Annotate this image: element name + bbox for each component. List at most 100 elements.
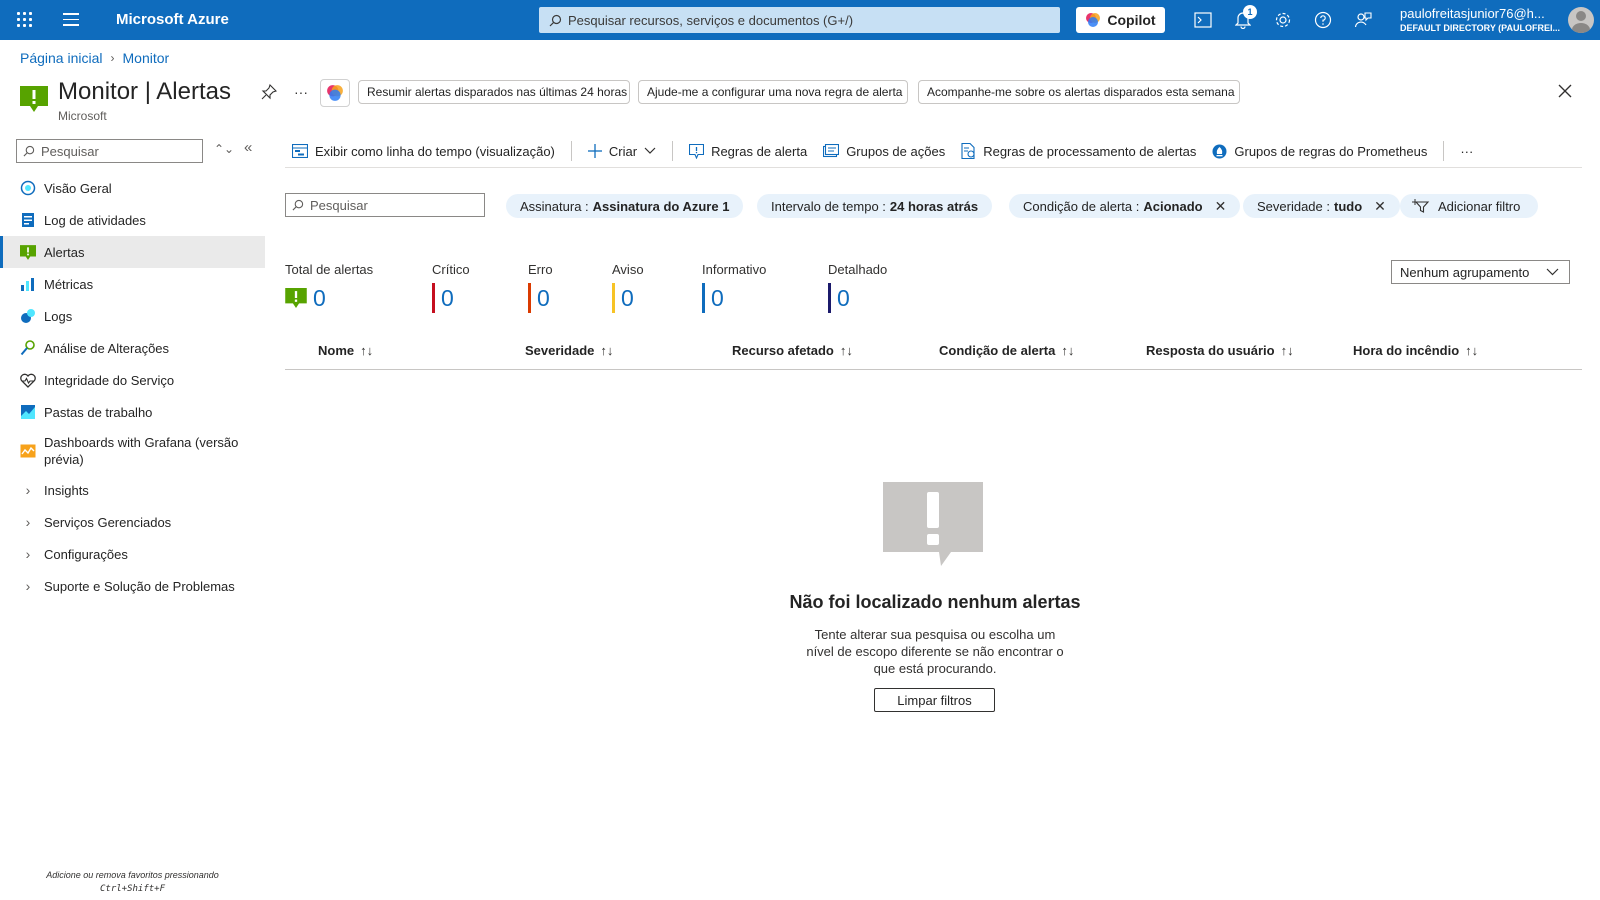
summary-informational[interactable]: Informativo 0 (702, 262, 766, 313)
sidebar-search-input[interactable]: Pesquisar (16, 139, 203, 163)
prometheus-groups-button[interactable]: Grupos de regras do Prometheus (1212, 144, 1427, 159)
page-title: Monitor | Alertas (58, 78, 231, 105)
empty-alert-icon (883, 482, 983, 569)
copilot-prompt-button[interactable] (320, 79, 350, 107)
page-subtitle: Microsoft (58, 109, 107, 123)
account-menu[interactable]: paulofreitasjunior76@h... DEFAULT DIRECT… (1400, 6, 1560, 33)
alert-rules-button[interactable]: Regras de alerta (689, 143, 807, 159)
sidebar-item-workbooks[interactable]: Pastas de trabalho (0, 396, 265, 428)
chevron-right-icon: › (25, 482, 31, 498)
notifications-icon[interactable]: 1 (1233, 5, 1257, 30)
summary-verbose[interactable]: Detalhado 0 (828, 262, 887, 313)
filter-pill-time-range[interactable]: Intervalo de tempo : 24 horas atrás (757, 194, 993, 218)
create-button[interactable]: Criar (587, 144, 656, 159)
suggestion-follow-up[interactable]: Acompanhe-me sobre os alertas disparados… (918, 80, 1240, 104)
summary-value: 0 (537, 284, 550, 311)
filter-pill-alert-condition[interactable]: Condição de alerta : Acionado ✕ (1009, 194, 1241, 218)
summary-label: Aviso (612, 262, 644, 277)
add-filter-button[interactable]: Adicionar filtro (1400, 194, 1539, 218)
expand-collapse-icon[interactable]: ⌃⌄ (214, 142, 234, 156)
column-header-name[interactable]: Nome ↑↓ (318, 343, 373, 358)
sidebar-item-metrics[interactable]: Métricas (0, 268, 265, 300)
sidebar-item-overview[interactable]: Visão Geral (0, 172, 265, 204)
sort-icon: ↑↓ (1465, 343, 1479, 358)
feedback-icon[interactable] (1353, 10, 1373, 30)
sidebar-nav: Visão Geral Log de atividades Alertas Mé… (0, 172, 265, 602)
summary-critical[interactable]: Crítico 0 (432, 262, 470, 313)
severity-bar (702, 283, 705, 313)
sidebar-group-managed-services[interactable]: › Serviços Gerenciados (0, 506, 265, 538)
sidebar-item-label: Log de atividades (44, 212, 146, 228)
sidebar-item-label: Métricas (44, 276, 94, 292)
clear-filters-button[interactable]: Limpar filtros (874, 688, 995, 712)
toolbar-divider (570, 141, 572, 161)
more-options-icon[interactable]: ··· (294, 84, 308, 100)
column-header-user-response[interactable]: Resposta do usuário ↑↓ (1146, 343, 1294, 358)
sort-icon: ↑↓ (839, 343, 853, 358)
sidebar-group-support[interactable]: › Suporte e Solução de Problemas (0, 570, 265, 602)
sidebar-search-placeholder: Pesquisar (41, 143, 99, 159)
help-icon[interactable] (1313, 10, 1333, 30)
summary-warning[interactable]: Aviso 0 (612, 262, 644, 313)
alert-rule-icon (689, 143, 705, 159)
filter-key: Intervalo de tempo : (771, 198, 886, 214)
toolbar-divider (672, 141, 674, 161)
alert-icon (20, 244, 36, 260)
sidebar-item-grafana[interactable]: Dashboards with Grafana (versão prévia) (0, 428, 265, 474)
sidebar-item-logs[interactable]: Logs (0, 300, 265, 332)
filter-pill-severity[interactable]: Severidade : tudo ✕ (1243, 194, 1400, 218)
filter-pill-subscription[interactable]: Assinatura : Assinatura do Azure 1 (506, 194, 744, 218)
column-header-affected-resource[interactable]: Recurso afetado ↑↓ (732, 343, 853, 358)
severity-bar (828, 283, 831, 313)
pin-icon[interactable] (261, 83, 278, 103)
grouping-dropdown[interactable]: Nenhum agrupamento (1391, 260, 1570, 284)
chevron-down-icon (1546, 268, 1559, 276)
collapse-sidebar-icon[interactable]: « (244, 139, 252, 156)
sidebar-item-service-health[interactable]: Integridade do Serviço (0, 364, 265, 396)
column-label: Resposta do usuário (1146, 343, 1275, 358)
sidebar-group-insights[interactable]: › Insights (0, 474, 265, 506)
summary-error[interactable]: Erro 0 (528, 262, 553, 313)
more-commands-icon[interactable]: ··· (1460, 144, 1473, 159)
favorites-hint-line1: Adicione ou remova favoritos pressionand… (46, 870, 219, 880)
brand-title[interactable]: Microsoft Azure (116, 11, 229, 28)
portal-menu-icon[interactable] (63, 13, 79, 26)
app-launcher-icon[interactable] (17, 12, 33, 28)
copilot-button[interactable]: Copilot (1076, 7, 1165, 33)
sidebar-item-alerts[interactable]: Alertas (0, 236, 265, 268)
grouping-value: Nenhum agrupamento (1400, 264, 1530, 280)
settings-icon[interactable] (1273, 10, 1293, 30)
user-name: paulofreitasjunior76@h... (1400, 6, 1545, 21)
alerts-table-header: Nome ↑↓ Severidade ↑↓ Recurso afetado ↑↓ Co… (285, 340, 1582, 370)
suggestion-configure-rule[interactable]: Ajude-me a configurar uma nova regra de … (638, 80, 908, 104)
column-header-severity[interactable]: Severidade ↑↓ (525, 343, 613, 358)
user-directory: DEFAULT DIRECTORY (PAULOFREI... (1400, 23, 1560, 33)
summary-value: 0 (711, 284, 724, 311)
severity-bar (612, 283, 615, 313)
cloud-shell-icon[interactable] (1193, 10, 1213, 30)
timeline-view-button[interactable]: Exibir como linha do tempo (visualização… (292, 144, 555, 159)
summary-value: 0 (313, 284, 326, 311)
processing-rules-button[interactable]: Regras de processamento de alertas (961, 143, 1196, 159)
remove-filter-icon[interactable]: ✕ (1374, 198, 1386, 215)
global-search-input[interactable]: Pesquisar recursos, serviços e documento… (539, 7, 1060, 33)
severity-bar (528, 283, 531, 313)
summary-total[interactable]: Total de alertas 0 (285, 262, 373, 312)
sidebar-item-activity-log[interactable]: Log de atividades (0, 204, 265, 236)
action-groups-button[interactable]: Grupos de ações (823, 144, 945, 159)
column-label: Nome (318, 343, 355, 358)
close-icon[interactable] (1558, 84, 1572, 101)
alerts-search-input[interactable]: Pesquisar (285, 193, 485, 217)
sidebar-group-label: Serviços Gerenciados (44, 514, 172, 530)
sidebar-item-change-analysis[interactable]: Análise de Alterações (0, 332, 265, 364)
suggestion-summarize[interactable]: Resumir alertas disparados nas últimas 2… (358, 80, 630, 104)
sidebar-group-settings[interactable]: › Configurações (0, 538, 265, 570)
processing-rules-icon (961, 143, 975, 159)
remove-filter-icon[interactable]: ✕ (1215, 198, 1227, 215)
column-header-fired-time[interactable]: Hora do incêndio ↑↓ (1353, 343, 1478, 358)
column-header-alert-condition[interactable]: Condição de alerta ↑↓ (939, 343, 1074, 358)
breadcrumb-monitor-link[interactable]: Monitor (123, 50, 170, 66)
breadcrumb-home-link[interactable]: Página inicial (20, 50, 103, 66)
avatar[interactable] (1568, 7, 1594, 33)
metrics-icon (20, 276, 36, 292)
